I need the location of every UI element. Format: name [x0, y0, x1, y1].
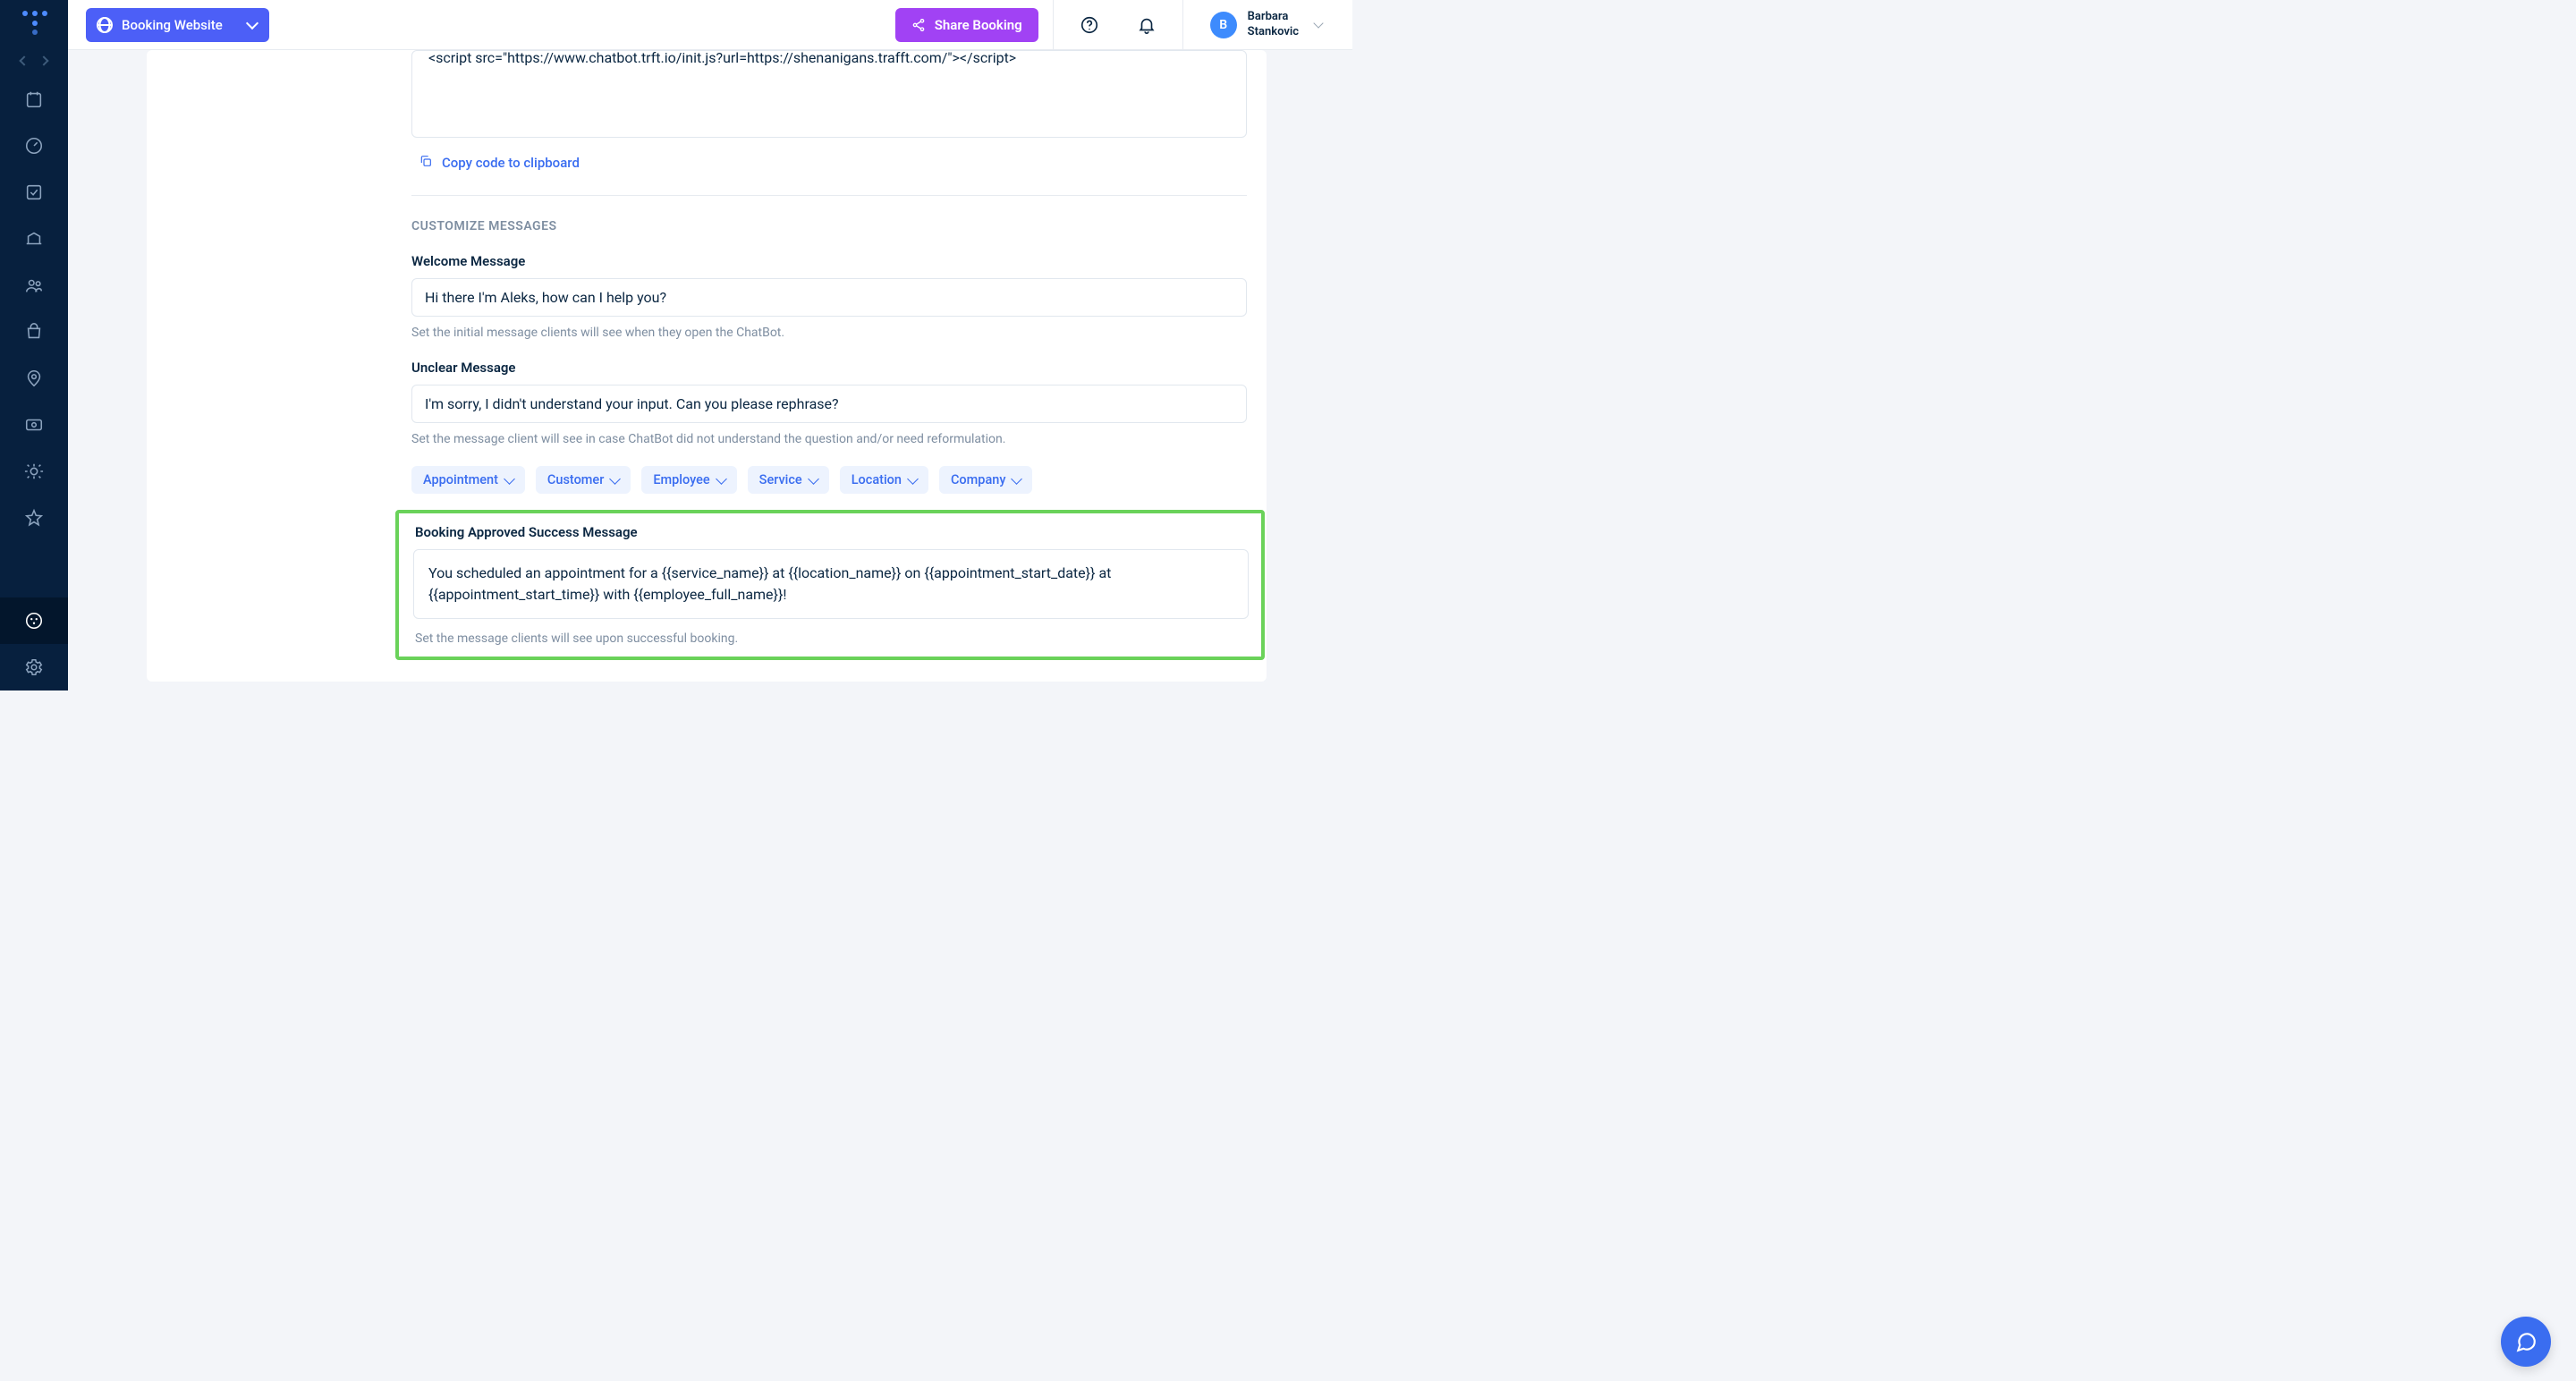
approved-message-help: Set the message clients will see upon su… [415, 631, 1247, 646]
notifications-button[interactable] [1125, 15, 1168, 35]
divider [1053, 0, 1054, 50]
chevron-down-icon [504, 473, 515, 485]
unclear-message-help: Set the message client will see in case … [411, 432, 1267, 446]
chip-employee[interactable]: Employee [641, 466, 736, 494]
chip-service[interactable]: Service [748, 466, 829, 494]
site-button-label: Booking Website [122, 17, 223, 33]
topbar: Booking Website Share Booking B Barbara … [68, 0, 1352, 50]
sidebar-item-services[interactable] [24, 229, 44, 249]
chevron-down-icon [1012, 473, 1023, 485]
embed-code-text: <script src="https://www.chatbot.trft.io… [428, 50, 1016, 66]
sidebar-item-features[interactable] [24, 462, 44, 481]
chip-customer[interactable]: Customer [536, 466, 631, 494]
welcome-message-label: Welcome Message [411, 253, 1267, 269]
chat-fab[interactable] [2501, 1317, 2551, 1367]
chevron-down-icon [716, 473, 727, 485]
share-button-label: Share Booking [935, 17, 1022, 33]
approved-message-section: Booking Approved Success Message Set the… [395, 510, 1265, 660]
sidebar-item-settings[interactable] [0, 644, 68, 690]
share-icon [911, 18, 926, 32]
nav-forward-icon[interactable] [38, 55, 48, 65]
chevron-down-icon [907, 473, 919, 485]
globe-icon [97, 17, 113, 33]
approved-message-input[interactable] [413, 549, 1249, 619]
sidebar-item-customers[interactable] [24, 275, 44, 295]
nav-back-icon[interactable] [19, 55, 29, 65]
booking-website-dropdown[interactable]: Booking Website [86, 8, 269, 42]
chip-location[interactable]: Location [840, 466, 928, 494]
sidebar-history-nav [21, 57, 47, 64]
sidebar-item-favorites[interactable] [24, 508, 44, 528]
share-booking-button[interactable]: Share Booking [895, 8, 1038, 42]
sidebar-item-calendar[interactable] [24, 89, 44, 109]
user-menu[interactable]: B Barbara Stankovic [1198, 10, 1335, 40]
sidebar-item-dashboard[interactable] [24, 136, 44, 156]
settings-card: <script src="https://www.chatbot.trft.io… [147, 50, 1267, 682]
sidebar [0, 0, 68, 690]
help-button[interactable] [1068, 15, 1111, 35]
divider [1182, 0, 1183, 50]
approved-message-label: Booking Approved Success Message [415, 524, 1247, 540]
sidebar-item-customize[interactable] [0, 597, 68, 644]
app-logo [21, 11, 47, 32]
chevron-down-icon [1313, 18, 1323, 28]
user-name: Barbara Stankovic [1248, 10, 1299, 40]
chevron-down-icon [808, 473, 819, 485]
unclear-message-label: Unclear Message [411, 360, 1267, 376]
chevron-down-icon [246, 16, 258, 29]
welcome-message-input[interactable] [411, 278, 1247, 317]
chip-appointment[interactable]: Appointment [411, 466, 525, 494]
copy-icon [419, 154, 433, 172]
sidebar-item-orders[interactable] [24, 322, 44, 342]
embed-code-box[interactable]: <script src="https://www.chatbot.trft.io… [411, 50, 1247, 138]
copy-code-button[interactable]: Copy code to clipboard [411, 154, 1267, 195]
section-title: CUSTOMIZE MESSAGES [411, 219, 1267, 233]
sidebar-item-locations[interactable] [24, 369, 44, 388]
chip-company[interactable]: Company [939, 466, 1032, 494]
copy-code-label: Copy code to clipboard [442, 155, 580, 171]
chevron-down-icon [609, 473, 621, 485]
divider [411, 195, 1247, 196]
welcome-message-help: Set the initial message clients will see… [411, 326, 1267, 340]
avatar: B [1210, 12, 1237, 38]
placeholder-chips: Appointment Customer Employee Service Lo… [411, 466, 1267, 494]
sidebar-item-finance[interactable] [24, 415, 44, 435]
unclear-message-input[interactable] [411, 385, 1247, 423]
sidebar-item-tasks[interactable] [24, 182, 44, 202]
